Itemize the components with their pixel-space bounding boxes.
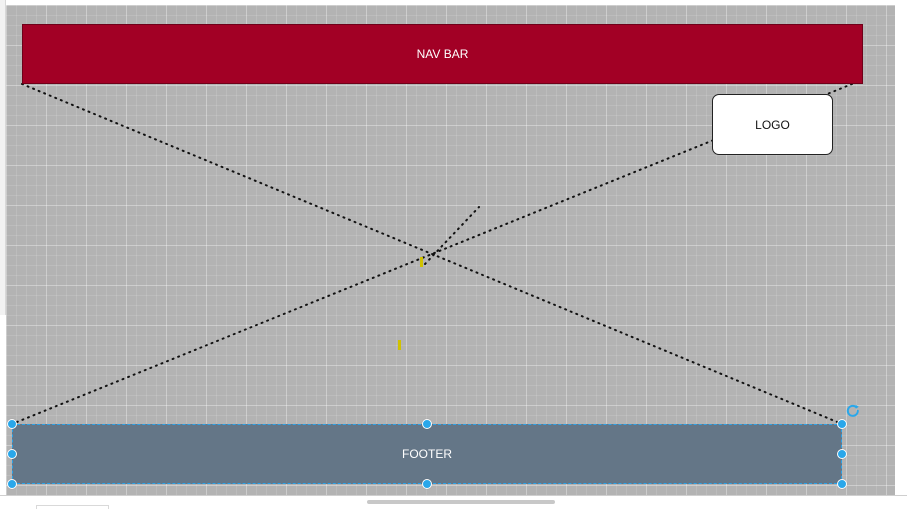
resize-handle-bottom-left[interactable] — [7, 479, 17, 489]
footer-label: FOOTER — [402, 447, 452, 461]
nav-bar-label: NAV BAR — [416, 47, 469, 61]
resize-handle-top-center[interactable] — [422, 419, 432, 429]
resize-handle-top-right[interactable] — [837, 419, 847, 429]
diagram-editor: NAV BAR LOGO FOOTER — [0, 0, 907, 509]
connector-short-diagonal[interactable] — [424, 206, 480, 265]
page-tab[interactable] — [36, 505, 109, 509]
logo-label: LOGO — [755, 117, 790, 132]
yellow-marker-upper[interactable] — [420, 257, 423, 267]
resize-handle-bottom-right[interactable] — [837, 479, 847, 489]
resize-handle-middle-right[interactable] — [837, 449, 847, 459]
resize-handle-middle-left[interactable] — [7, 449, 17, 459]
bottom-page-strip — [0, 495, 907, 509]
footer-shape[interactable]: FOOTER — [12, 424, 842, 484]
resize-handle-bottom-center[interactable] — [422, 479, 432, 489]
horizontal-scroll-thumb[interactable] — [367, 500, 555, 504]
nav-bar-shape[interactable]: NAV BAR — [22, 24, 863, 84]
resize-handle-top-left[interactable] — [7, 419, 17, 429]
logo-shape[interactable]: LOGO — [712, 94, 833, 155]
yellow-marker-lower[interactable] — [398, 340, 401, 350]
rotate-icon[interactable] — [845, 403, 861, 419]
right-gutter — [895, 0, 907, 509]
